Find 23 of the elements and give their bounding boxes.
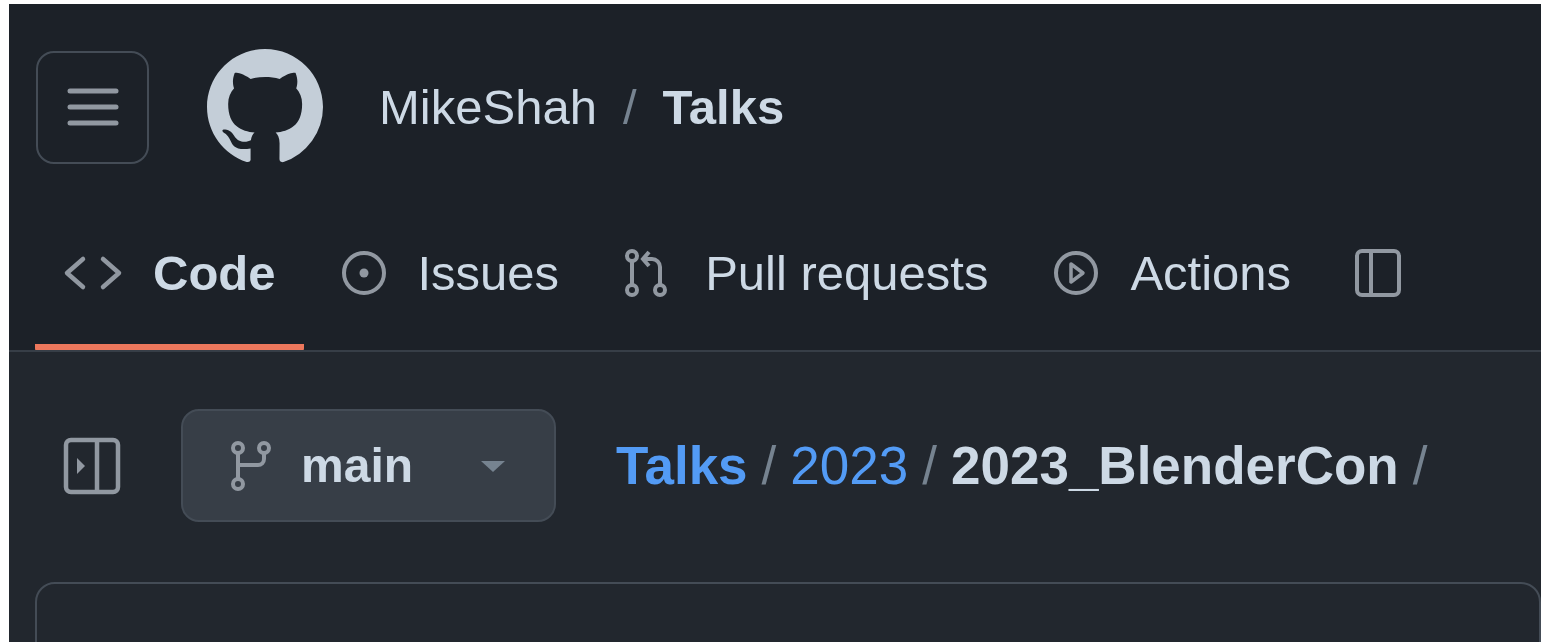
owner-link[interactable]: MikeShah xyxy=(379,79,597,135)
table-icon xyxy=(1355,249,1402,297)
menu-button[interactable] xyxy=(36,50,149,164)
repo-tab[interactable]: Actions xyxy=(1024,202,1320,350)
breadcrumb-link[interactable]: 2023 xyxy=(790,435,909,496)
caret-icon xyxy=(479,458,507,473)
path-separator: / xyxy=(1412,435,1428,496)
branch-icon xyxy=(229,439,273,492)
repo-tab[interactable]: Pull requests xyxy=(595,202,1017,350)
octocat-logo-icon[interactable] xyxy=(207,49,323,165)
sidebar-expand-icon xyxy=(63,436,121,495)
issue-icon xyxy=(339,249,388,297)
path-separator: / xyxy=(922,435,937,496)
path-separator: / xyxy=(622,79,637,135)
current-folder: 2023_BlenderCon xyxy=(951,435,1399,496)
breadcrumb-link[interactable]: Talks xyxy=(616,435,748,496)
repo-link[interactable]: Talks xyxy=(662,79,785,135)
repo-tab[interactable]: Issues xyxy=(311,202,588,350)
path-separator: / xyxy=(761,435,777,496)
pull-request-icon xyxy=(623,247,670,299)
sidebar-toggle-button[interactable] xyxy=(63,436,121,495)
branch-selector[interactable]: main xyxy=(181,409,556,522)
play-icon xyxy=(1052,249,1101,297)
